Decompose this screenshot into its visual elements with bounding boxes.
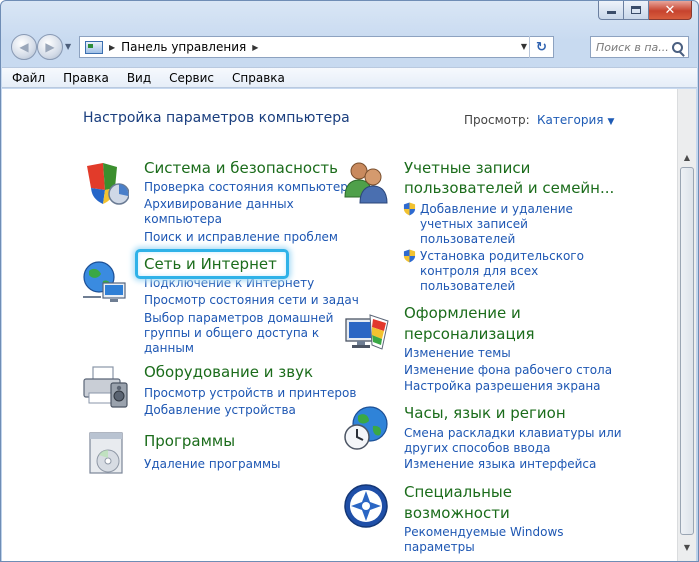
category-user-accounts-cont[interactable]: пользователей и семейн... [404, 178, 614, 199]
link-adjust-resolution[interactable]: Настройка разрешения экрана [404, 378, 601, 394]
link-add-remove-accounts-3[interactable]: пользователей [420, 231, 515, 247]
category-programs[interactable]: Программы [144, 431, 235, 452]
recent-pages-dropdown[interactable]: ▼ [65, 42, 71, 51]
link-change-desktop-background[interactable]: Изменение фона рабочего стола [404, 362, 612, 378]
menu-help[interactable]: Справка [222, 71, 293, 85]
scroll-up-icon[interactable]: ▲ [678, 149, 696, 166]
shield-icon [87, 163, 129, 205]
printer-icon [83, 366, 128, 408]
search-input[interactable]: Поиск в па... [590, 36, 689, 58]
category-appearance[interactable]: Оформление и [404, 303, 521, 324]
scrollbar-thumb[interactable] [680, 167, 694, 535]
link-homegroup-options-2[interactable]: группы и общего доступа к [144, 325, 319, 341]
link-change-keyboards-2[interactable]: других способов ввода [404, 440, 551, 456]
menu-view[interactable]: Вид [117, 71, 159, 85]
maximize-icon [631, 6, 641, 14]
search-placeholder: Поиск в па... [596, 40, 669, 54]
link-homegroup-options[interactable]: Выбор параметров домашней [144, 310, 333, 326]
address-bar[interactable]: ▶ Панель управления ▶ ▼ ↻ [79, 36, 554, 58]
vertical-scrollbar[interactable]: ▲ ▼ [677, 89, 696, 561]
link-backup-computer[interactable]: Архивирование данных [144, 196, 294, 212]
link-add-remove-accounts[interactable]: Добавление и удаление [420, 201, 573, 217]
page-title: Настройка параметров компьютера [83, 110, 350, 126]
breadcrumb-arrow-icon[interactable]: ▶ [252, 43, 258, 52]
link-change-display-language[interactable]: Изменение языка интерфейса [404, 456, 596, 472]
link-check-computer-status[interactable]: Проверка состояния компьютера [144, 179, 355, 195]
accessibility-icon [344, 484, 388, 528]
search-icon[interactable] [672, 41, 683, 53]
link-parental-controls-2[interactable]: контроля для всех [420, 263, 538, 279]
category-system-security[interactable]: Система и безопасность [144, 158, 338, 179]
network-icon [83, 261, 126, 302]
appearance-icon [345, 314, 389, 350]
link-add-device[interactable]: Добавление устройства [144, 402, 296, 418]
category-ease-of-access-cont[interactable]: возможности [404, 503, 510, 524]
link-view-network-status[interactable]: Просмотр состояния сети и задач [144, 292, 359, 308]
link-recommended-settings-2[interactable]: параметры [404, 539, 475, 555]
programs-icon [89, 432, 123, 474]
caption-buttons: ✕ [598, 1, 692, 20]
control-panel-icon [85, 40, 103, 54]
link-parental-controls[interactable]: Установка родительского [420, 248, 584, 264]
back-arrow-icon: ◀ [19, 40, 29, 54]
clock-globe-icon [344, 406, 388, 450]
breadcrumb-control-panel[interactable]: Панель управления [121, 40, 246, 54]
menu-edit[interactable]: Правка [53, 71, 117, 85]
navigation-bar: ◀ ▶ ▼ ▶ Панель управления ▶ ▼ ↻ Поиск в … [1, 31, 698, 63]
minimize-icon [606, 11, 616, 14]
content-pane: Настройка параметров компьютера Просмотр… [2, 89, 677, 561]
scroll-down-icon[interactable]: ▼ [678, 539, 696, 556]
uac-shield-icon [403, 249, 416, 263]
refresh-button[interactable]: ↻ [529, 36, 553, 58]
category-user-accounts[interactable]: Учетные записи [404, 158, 530, 179]
link-change-keyboards[interactable]: Смена раскладки клавиатуры или [404, 425, 622, 441]
link-homegroup-options-3[interactable]: данным [144, 340, 194, 356]
category-clock-language-region[interactable]: Часы, язык и регион [404, 403, 566, 424]
link-recommended-settings[interactable]: Рекомендуемые Windows [404, 524, 564, 540]
category-ease-of-access[interactable]: Специальные [404, 482, 512, 503]
menu-bar: Файл Правка Вид Сервис Справка [2, 67, 697, 88]
link-view-devices-printers[interactable]: Просмотр устройств и принтеров [144, 385, 356, 401]
menu-tools[interactable]: Сервис [159, 71, 222, 85]
link-add-remove-accounts-2[interactable]: учетных записей [420, 216, 528, 232]
category-hardware-sound[interactable]: Оборудование и звук [144, 362, 313, 383]
menu-file[interactable]: Файл [2, 71, 53, 85]
link-backup-computer-cont[interactable]: компьютера [144, 211, 222, 227]
link-change-theme[interactable]: Изменение темы [404, 345, 511, 361]
address-dropdown-icon[interactable]: ▼ [521, 42, 527, 51]
view-by-label: Просмотр: [464, 113, 530, 127]
link-uninstall-program[interactable]: Удаление программы [144, 456, 281, 472]
link-parental-controls-3[interactable]: пользователей [420, 278, 515, 294]
refresh-icon: ↻ [536, 39, 547, 55]
selection-highlight [135, 249, 289, 279]
chevron-down-icon: ▼ [607, 117, 615, 127]
maximize-button[interactable] [624, 1, 649, 20]
view-by-dropdown[interactable]: Категория ▼ [537, 113, 614, 127]
control-panel-window: ✕ ◀ ▶ ▼ ▶ Панель управления ▶ ▼ ↻ Поиск … [0, 0, 699, 562]
link-find-fix-problems[interactable]: Поиск и исправление проблем [144, 229, 338, 245]
close-icon: ✕ [664, 2, 676, 18]
breadcrumb-arrow-icon[interactable]: ▶ [109, 43, 115, 52]
forward-arrow-icon: ▶ [45, 40, 55, 54]
forward-button[interactable]: ▶ [37, 34, 63, 60]
close-button[interactable]: ✕ [649, 1, 692, 20]
back-button[interactable]: ◀ [11, 34, 37, 60]
users-icon [344, 162, 388, 204]
category-appearance-cont[interactable]: персонализация [404, 324, 534, 345]
uac-shield-icon [403, 202, 416, 216]
minimize-button[interactable] [598, 1, 624, 20]
view-by-value: Категория [537, 113, 604, 127]
